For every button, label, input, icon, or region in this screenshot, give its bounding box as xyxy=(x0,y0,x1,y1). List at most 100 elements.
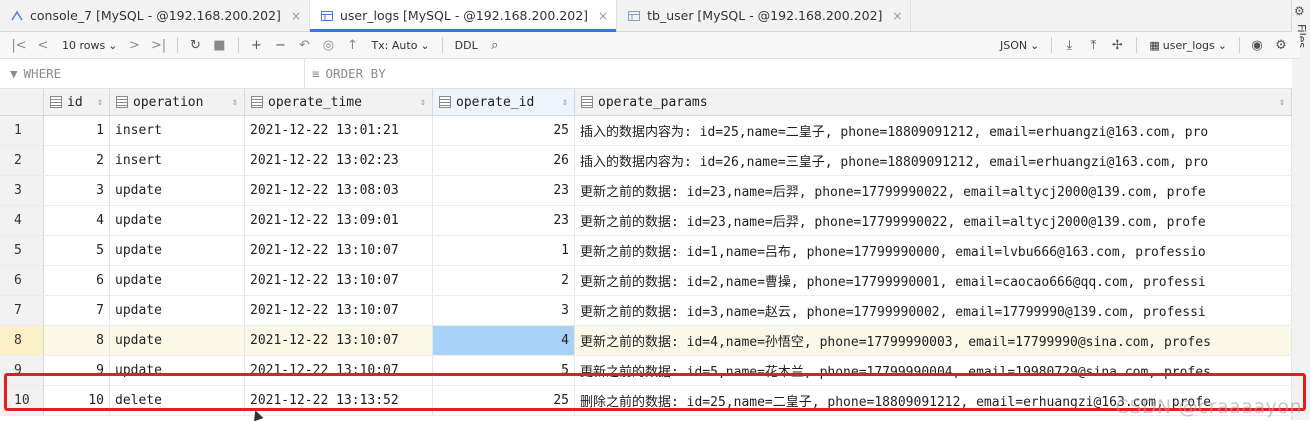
settings-icon[interactable]: ⚙ xyxy=(1270,34,1292,56)
cell-id[interactable]: 7 xyxy=(44,296,110,325)
cell-operation[interactable]: insert xyxy=(110,146,245,175)
rows-per-page-select[interactable]: 10 rows ⌄ xyxy=(62,39,117,52)
cell-id[interactable]: 3 xyxy=(44,176,110,205)
delete-row-icon[interactable]: − xyxy=(269,34,291,56)
table-row[interactable]: 5 5 update 2021-12-22 13:10:07 1 更新之前的数据: id=… xyxy=(0,236,1292,266)
tx-mode-select[interactable]: Tx: Auto ⌄ xyxy=(371,39,429,52)
column-header-operation[interactable]: operation ⇕ xyxy=(110,89,245,115)
prev-page-icon[interactable]: < xyxy=(32,34,54,56)
cell-operate-time[interactable]: 2021-12-22 13:13:52 xyxy=(245,386,433,415)
cell-id[interactable]: 8 xyxy=(44,326,110,355)
cell-operate-time[interactable]: 2021-12-22 13:09:01 xyxy=(245,206,433,235)
gear-icon[interactable]: ⚙ xyxy=(1294,4,1305,18)
sort-icon[interactable]: ⇕ xyxy=(562,97,568,108)
sort-icon[interactable]: ⇕ xyxy=(420,97,426,108)
cell-operate-id[interactable]: 3 xyxy=(433,296,575,325)
cell-operate-time[interactable]: 2021-12-22 13:10:07 xyxy=(245,356,433,385)
table-row[interactable]: 10 10 delete 2021-12-22 13:13:52 25 删除之前的数据: … xyxy=(0,386,1292,416)
cell-operation[interactable]: update xyxy=(110,266,245,295)
cell-operate-id[interactable]: 5 xyxy=(433,356,575,385)
next-page-icon[interactable]: > xyxy=(123,34,145,56)
cell-id[interactable]: 6 xyxy=(44,266,110,295)
view-icon[interactable]: ◉ xyxy=(1246,34,1268,56)
ddl-button[interactable]: DDL xyxy=(455,39,478,52)
row-number[interactable]: 4 xyxy=(0,206,44,235)
cell-operate-id[interactable]: 25 xyxy=(433,386,575,415)
row-number[interactable]: 1 xyxy=(0,116,44,145)
format-select[interactable]: JSON ⌄ xyxy=(1000,39,1039,52)
compare-icon[interactable]: ✢ xyxy=(1106,34,1128,56)
column-header-operate-time[interactable]: operate_time ⇕ xyxy=(245,89,433,115)
cell-operation[interactable]: update xyxy=(110,236,245,265)
download-icon[interactable]: ⤓ xyxy=(1058,34,1080,56)
cell-operate-id[interactable]: 23 xyxy=(433,176,575,205)
row-number[interactable]: 5 xyxy=(0,236,44,265)
tab-user-logs[interactable]: user_logs [MySQL - @192.168.200.202] × xyxy=(310,0,618,32)
cell-operate-time[interactable]: 2021-12-22 13:10:07 xyxy=(245,326,433,355)
table-row[interactable]: 6 6 update 2021-12-22 13:10:07 2 更新之前的数据: id=… xyxy=(0,266,1292,296)
first-page-icon[interactable]: |< xyxy=(8,34,30,56)
refresh-icon[interactable]: ↻ xyxy=(184,34,206,56)
cell-operate-id[interactable]: 26 xyxy=(433,146,575,175)
cell-operation[interactable]: update xyxy=(110,326,245,355)
cell-operation[interactable]: update xyxy=(110,206,245,235)
cell-operate-id[interactable]: 25 xyxy=(433,116,575,145)
table-row[interactable]: 7 7 update 2021-12-22 13:10:07 3 更新之前的数据: id=… xyxy=(0,296,1292,326)
close-icon[interactable]: × xyxy=(892,9,902,23)
table-row[interactable]: 9 9 update 2021-12-22 13:10:07 5 更新之前的数据: id=… xyxy=(0,356,1292,386)
revert-icon[interactable]: ↶ xyxy=(293,34,315,56)
tab-tb-user[interactable]: tb_user [MySQL - @192.168.200.202] × xyxy=(617,0,912,31)
cell-operate-params[interactable]: 更新之前的数据: id=4,name=孙悟空, phone=1779999000… xyxy=(575,326,1292,355)
row-number[interactable]: 8 xyxy=(0,326,44,355)
cell-operate-id[interactable]: 23 xyxy=(433,206,575,235)
row-number[interactable]: 10 xyxy=(0,386,44,415)
cell-operate-params[interactable]: 更新之前的数据: id=5,name=花木兰, phone=1779999000… xyxy=(575,356,1292,385)
cell-operate-id[interactable]: 2 xyxy=(433,266,575,295)
cell-operation[interactable]: update xyxy=(110,296,245,325)
cell-operate-time[interactable]: 2021-12-22 13:02:23 xyxy=(245,146,433,175)
cell-operate-params[interactable]: 更新之前的数据: id=23,name=后羿, phone=1779999002… xyxy=(575,206,1292,235)
tab-console-7[interactable]: console_7 [MySQL - @192.168.200.202] × xyxy=(0,0,310,31)
cell-id[interactable]: 5 xyxy=(44,236,110,265)
sort-icon[interactable]: ⇕ xyxy=(1279,97,1285,108)
table-row[interactable]: 1 1 insert 2021-12-22 13:01:21 25 插入的数据内容为: i… xyxy=(0,116,1292,146)
stop-icon[interactable]: ■ xyxy=(208,34,230,56)
last-page-icon[interactable]: >| xyxy=(147,34,169,56)
row-number[interactable]: 7 xyxy=(0,296,44,325)
add-row-icon[interactable]: + xyxy=(245,34,267,56)
cell-id[interactable]: 9 xyxy=(44,356,110,385)
table-row[interactable]: 8 8 update 2021-12-22 13:10:07 4 更新之前的数据: id=… xyxy=(0,326,1292,356)
cell-operate-params[interactable]: 更新之前的数据: id=23,name=后羿, phone=1779999002… xyxy=(575,176,1292,205)
table-row[interactable]: 2 2 insert 2021-12-22 13:02:23 26 插入的数据内容为: i… xyxy=(0,146,1292,176)
cell-id[interactable]: 4 xyxy=(44,206,110,235)
close-icon[interactable]: × xyxy=(598,9,608,23)
row-number[interactable]: 2 xyxy=(0,146,44,175)
cell-id[interactable]: 1 xyxy=(44,116,110,145)
table-row[interactable]: 4 4 update 2021-12-22 13:09:01 23 更新之前的数据: id… xyxy=(0,206,1292,236)
cell-operate-params[interactable]: 插入的数据内容为: id=25,name=二皇子, phone=18809091… xyxy=(575,116,1292,145)
upload-icon[interactable]: ⤒ xyxy=(1082,34,1104,56)
sort-icon[interactable]: ⇕ xyxy=(97,97,103,108)
cell-operate-params[interactable]: 插入的数据内容为: id=26,name=三皇子, phone=18809091… xyxy=(575,146,1292,175)
where-filter[interactable]: ▼ WHERE xyxy=(10,59,61,88)
cell-operate-id[interactable]: 4 xyxy=(433,326,575,355)
cell-operation[interactable]: delete xyxy=(110,386,245,415)
column-header-id[interactable]: id ⇕ xyxy=(44,89,110,115)
cell-operate-id[interactable]: 1 xyxy=(433,236,575,265)
table-select[interactable]: ▦ user_logs ⌄ xyxy=(1149,39,1227,52)
row-number[interactable]: 3 xyxy=(0,176,44,205)
cell-operate-time[interactable]: 2021-12-22 13:08:03 xyxy=(245,176,433,205)
cell-operate-params[interactable]: 更新之前的数据: id=2,name=曹操, phone=17799990001… xyxy=(575,266,1292,295)
cell-operate-time[interactable]: 2021-12-22 13:10:07 xyxy=(245,236,433,265)
cell-operate-time[interactable]: 2021-12-22 13:10:07 xyxy=(245,266,433,295)
table-row[interactable]: 3 3 update 2021-12-22 13:08:03 23 更新之前的数据: id… xyxy=(0,176,1292,206)
cell-operate-params[interactable]: 更新之前的数据: id=3,name=赵云, phone=17799990002… xyxy=(575,296,1292,325)
cell-id[interactable]: 2 xyxy=(44,146,110,175)
cell-operate-time[interactable]: 2021-12-22 13:10:07 xyxy=(245,296,433,325)
cell-operation[interactable]: insert xyxy=(110,116,245,145)
column-header-operate-id[interactable]: operate_id ⇕ xyxy=(433,89,575,115)
row-number[interactable]: 9 xyxy=(0,356,44,385)
orderby-filter[interactable]: ≡ ORDER BY xyxy=(312,59,386,88)
cell-id[interactable]: 10 xyxy=(44,386,110,415)
column-header-operate-params[interactable]: operate_params ⇕ xyxy=(575,89,1292,115)
